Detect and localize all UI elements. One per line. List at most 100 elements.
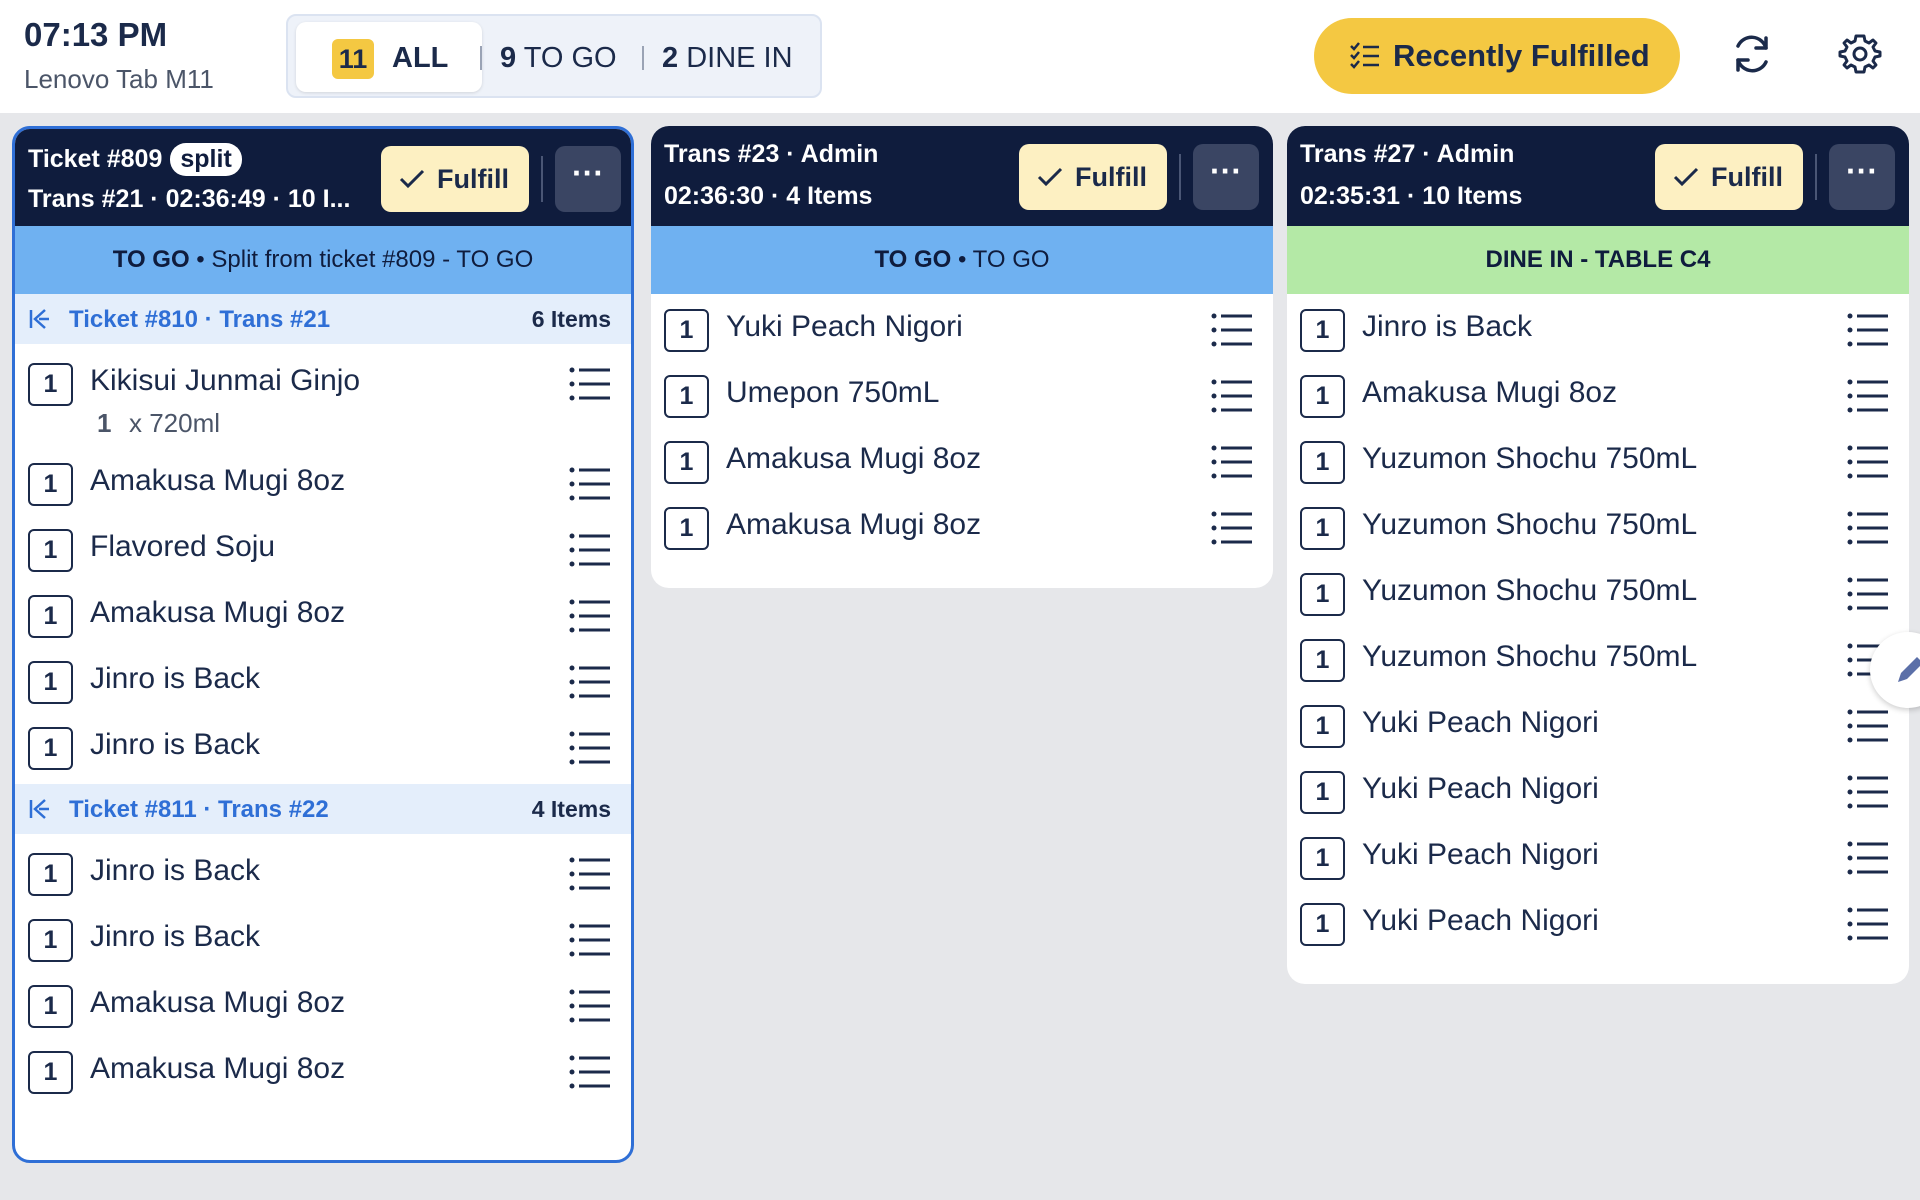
item-quantity: 1 <box>1300 903 1345 946</box>
sub-ticket-label[interactable]: Ticket #811 · Trans #22 <box>69 796 329 824</box>
filter-dinein-count: 2 <box>662 42 679 74</box>
list-item[interactable]: 1 Jinro is Back <box>15 904 631 970</box>
item-details-icon[interactable] <box>569 367 611 401</box>
fulfill-button[interactable]: Fulfill <box>1019 144 1167 210</box>
list-item[interactable]: 1 Jinro is Back <box>15 838 631 904</box>
list-item[interactable]: 1 Yuki Peach Nigori <box>1287 756 1909 822</box>
list-item[interactable]: 1 Yuzumon Shochu 750mL <box>1287 492 1909 558</box>
item-name: Yuki Peach Nigori <box>1362 838 1599 871</box>
filter-togo-tab[interactable]: 9 TO GO <box>500 42 617 75</box>
filter-dinein-tab[interactable]: 2 DINE IN <box>662 42 793 75</box>
item-quantity: 1 <box>664 309 709 352</box>
item-details-icon[interactable] <box>569 923 611 957</box>
list-item[interactable]: 1 Flavored Soju <box>15 514 631 580</box>
item-details-icon[interactable] <box>1847 775 1889 809</box>
ticket-card-809[interactable]: Ticket #809 split Trans #21 · 02:36:49 · … <box>12 126 634 1163</box>
item-quantity: 1 <box>1300 441 1345 484</box>
list-item[interactable]: 1 Jinro is Back <box>1287 294 1909 360</box>
item-details-icon[interactable] <box>569 857 611 891</box>
item-details-icon[interactable] <box>1211 511 1253 545</box>
item-name: Yuki Peach Nigori <box>1362 772 1599 805</box>
more-options-button[interactable]: ··· <box>1829 144 1895 210</box>
ticket-card-trans-27[interactable]: Trans #27 · Admin 02:35:31 · 10 Items Fu… <box>1287 126 1909 984</box>
item-quantity: 1 <box>28 1051 73 1094</box>
list-item[interactable]: 1 Yuzumon Shochu 750mL <box>1287 558 1909 624</box>
item-details-icon[interactable] <box>569 1055 611 1089</box>
list-item[interactable]: 1 Amakusa Mugi 8oz <box>651 426 1273 492</box>
header-divider <box>1179 154 1181 200</box>
clock-time: 07:13 PM <box>24 16 168 53</box>
item-details-icon[interactable] <box>1847 379 1889 413</box>
item-name: Flavored Soju <box>90 530 276 563</box>
filter-dinein-label: DINE IN <box>686 42 793 74</box>
more-options-button[interactable]: ··· <box>1193 144 1259 210</box>
ticket-card-header: Trans #23 · Admin 02:36:30 · 4 Items Ful… <box>651 126 1273 226</box>
more-options-button[interactable]: ··· <box>555 146 621 212</box>
order-type-banner: DINE IN - TABLE C4 <box>1287 226 1909 294</box>
refresh-button[interactable] <box>1728 30 1776 78</box>
fulfill-button[interactable]: Fulfill <box>1655 144 1803 210</box>
item-details-icon[interactable] <box>1211 379 1253 413</box>
list-item[interactable]: 1 Amakusa Mugi 8oz <box>15 1036 631 1102</box>
list-item[interactable]: 1 Yuki Peach Nigori <box>651 294 1273 360</box>
ticket-card-header: Trans #27 · Admin 02:35:31 · 10 Items Fu… <box>1287 126 1909 226</box>
item-quantity: 1 <box>1300 507 1345 550</box>
item-details-icon[interactable] <box>1847 313 1889 347</box>
list-item[interactable]: 1 Yuki Peach Nigori <box>1287 690 1909 756</box>
sub-ticket-label[interactable]: Ticket #810 · Trans #21 <box>69 306 330 334</box>
item-name: Amakusa Mugi 8oz <box>90 1052 346 1085</box>
list-item[interactable]: 1 Yuki Peach Nigori <box>1287 822 1909 888</box>
filter-togo-count: 9 <box>500 42 517 74</box>
item-details-icon[interactable] <box>1847 709 1889 743</box>
list-item[interactable]: 1 Amakusa Mugi 8oz <box>1287 360 1909 426</box>
list-item[interactable]: 1 Umepon 750mL <box>651 360 1273 426</box>
item-name: Yuzumon Shochu 750mL <box>1362 574 1698 607</box>
ticket-card-trans-23[interactable]: Trans #23 · Admin 02:36:30 · 4 Items Ful… <box>651 126 1273 588</box>
item-quantity: 1 <box>1300 309 1345 352</box>
item-details-icon[interactable] <box>569 989 611 1023</box>
split-icon <box>29 309 49 329</box>
ticket-title: Trans #23 · Admin <box>664 140 879 168</box>
filter-all-tab[interactable]: 11 ALL <box>296 22 482 92</box>
item-details-icon[interactable] <box>1847 841 1889 875</box>
ticket-title: Ticket #809 split <box>28 143 242 176</box>
item-quantity: 1 <box>28 595 73 638</box>
list-item[interactable]: 1 Amakusa Mugi 8oz <box>15 970 631 1036</box>
list-item[interactable]: 1 Jinro is Back <box>15 712 631 778</box>
list-item[interactable]: 1 Yuzumon Shochu 750mL <box>1287 624 1909 690</box>
recently-fulfilled-button[interactable]: Recently Fulfilled <box>1314 18 1680 94</box>
item-details-icon[interactable] <box>569 665 611 699</box>
list-item[interactable]: 1 Yuzumon Shochu 750mL <box>1287 426 1909 492</box>
item-details-icon[interactable] <box>569 533 611 567</box>
pencil-icon <box>1898 657 1920 682</box>
item-details-icon[interactable] <box>1847 577 1889 611</box>
item-name: Yuzumon Shochu 750mL <box>1362 442 1698 475</box>
item-details-icon[interactable] <box>569 467 611 501</box>
list-item[interactable]: 1 Amakusa Mugi 8oz <box>15 580 631 646</box>
item-details-icon[interactable] <box>1847 445 1889 479</box>
list-item[interactable]: 1 Jinro is Back <box>15 646 631 712</box>
item-name: Amakusa Mugi 8oz <box>726 508 982 541</box>
check-icon <box>1037 167 1063 187</box>
item-details-icon[interactable] <box>1847 511 1889 545</box>
item-quantity: 1 <box>28 363 73 406</box>
item-name: Yuki Peach Nigori <box>1362 904 1599 937</box>
settings-button[interactable] <box>1836 30 1884 78</box>
item-details-icon[interactable] <box>569 731 611 765</box>
order-type-filter: 11 ALL 9 TO GO 2 DINE IN <box>286 14 822 98</box>
item-details-icon[interactable] <box>1211 313 1253 347</box>
item-name: Yuzumon Shochu 750mL <box>1362 508 1698 541</box>
sub-ticket-count: 4 Items <box>531 796 611 822</box>
list-item[interactable]: 1 Yuki Peach Nigori <box>1287 888 1909 954</box>
item-details-icon[interactable] <box>1847 907 1889 941</box>
item-details-icon[interactable] <box>1211 445 1253 479</box>
filter-togo-label: TO GO <box>523 42 617 74</box>
checklist-icon <box>1350 42 1379 69</box>
sub-ticket-count: 6 Items <box>531 306 611 332</box>
item-details-icon[interactable] <box>569 599 611 633</box>
fulfill-button[interactable]: Fulfill <box>381 146 529 212</box>
item-name: Jinro is Back <box>90 662 261 695</box>
list-item[interactable]: 1 Amakusa Mugi 8oz <box>651 492 1273 558</box>
check-icon <box>1673 167 1699 187</box>
list-item[interactable]: 1 Amakusa Mugi 8oz <box>15 448 631 514</box>
